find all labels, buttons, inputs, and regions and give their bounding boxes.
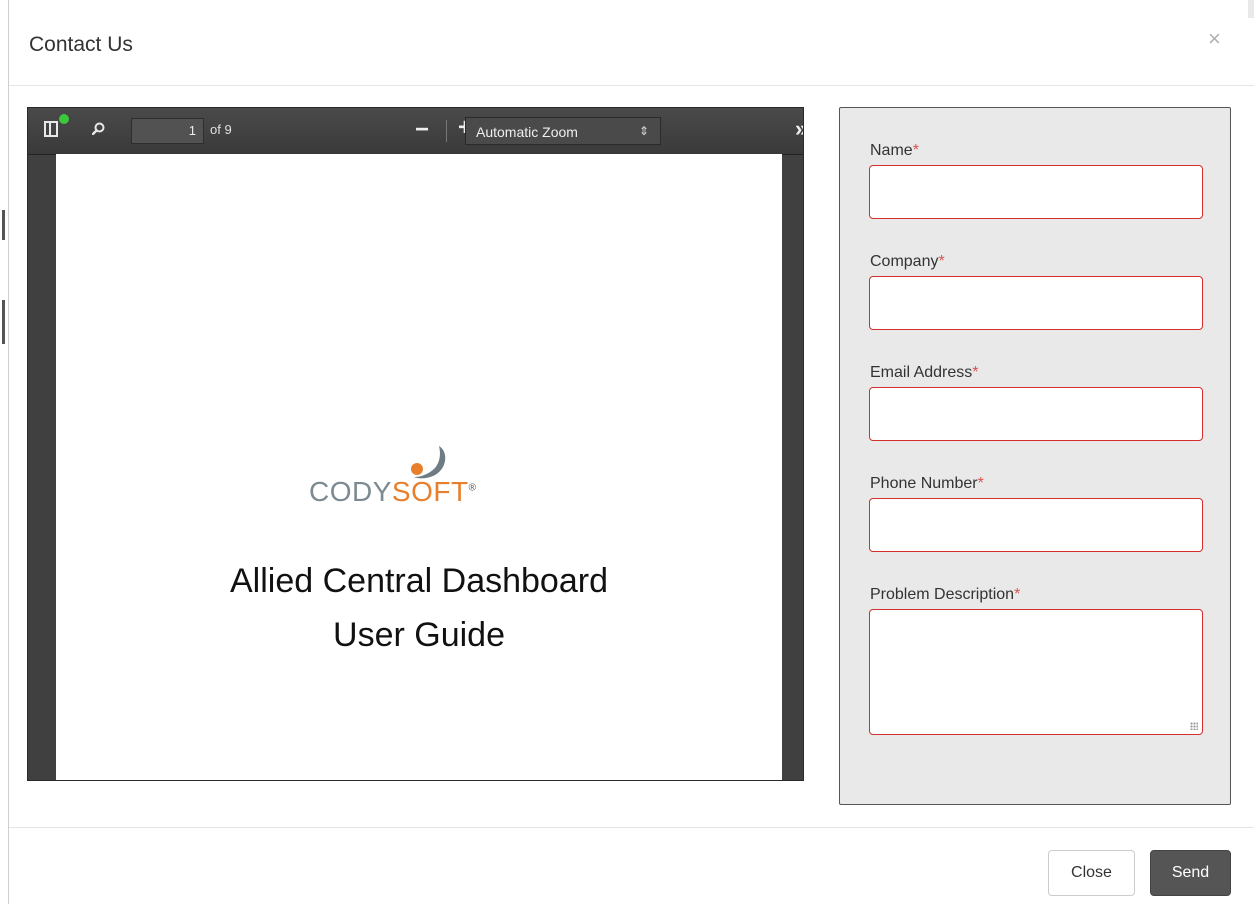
document-title-line-2: User Guide (333, 616, 505, 654)
codysoft-logo: CODYSOFT® (309, 476, 477, 507)
zoom-select[interactable]: Automatic Zoom ⇕ (465, 117, 661, 145)
problem-description-textarea[interactable] (869, 609, 1203, 735)
document-title-line-1: Allied Central Dashboard (230, 562, 608, 600)
problem-description-label: Problem Description* (870, 586, 1021, 603)
contact-form: Name* Company* Email Address* Phone Numb… (839, 107, 1231, 805)
close-icon[interactable]: × (1208, 28, 1221, 50)
page-count: of 9 (210, 122, 232, 137)
name-label: Name* (870, 142, 919, 159)
select-caret-icon: ⇕ (638, 124, 649, 138)
sidebar-toggle-icon[interactable] (44, 121, 58, 137)
pdf-page: CODYSOFT® Allied Central Dashboard User … (56, 154, 782, 780)
right-window-edge (1248, 0, 1254, 18)
resize-handle-icon[interactable] (1190, 722, 1198, 730)
search-icon[interactable] (92, 122, 105, 135)
edge-mark (2, 300, 5, 344)
name-field[interactable] (869, 165, 1203, 219)
send-button[interactable]: Send (1150, 850, 1231, 896)
tools-menu-icon[interactable]: » (795, 116, 803, 142)
edge-mark (2, 210, 5, 240)
zoom-select-value: Automatic Zoom (476, 124, 578, 140)
close-button[interactable]: Close (1048, 850, 1135, 896)
page-number-input[interactable]: 1 (131, 118, 204, 144)
footer-divider (9, 827, 1254, 828)
pdf-viewer: 1 of 9 − + Automatic Zoom ⇕ » CODYSOFT® … (27, 107, 804, 781)
company-field[interactable] (869, 276, 1203, 330)
phone-field[interactable] (869, 498, 1203, 552)
zoom-out-button[interactable]: − (415, 116, 429, 144)
phone-label: Phone Number* (870, 475, 984, 492)
email-label: Email Address* (870, 364, 979, 381)
pdf-toolbar: 1 of 9 − + Automatic Zoom ⇕ » (28, 108, 803, 155)
email-field[interactable] (869, 387, 1203, 441)
modal-title: Contact Us (29, 33, 133, 56)
company-label: Company* (870, 253, 945, 270)
header-divider (9, 85, 1254, 86)
notification-dot (59, 114, 69, 124)
left-window-edge (0, 0, 9, 904)
toolbar-separator (446, 120, 447, 142)
